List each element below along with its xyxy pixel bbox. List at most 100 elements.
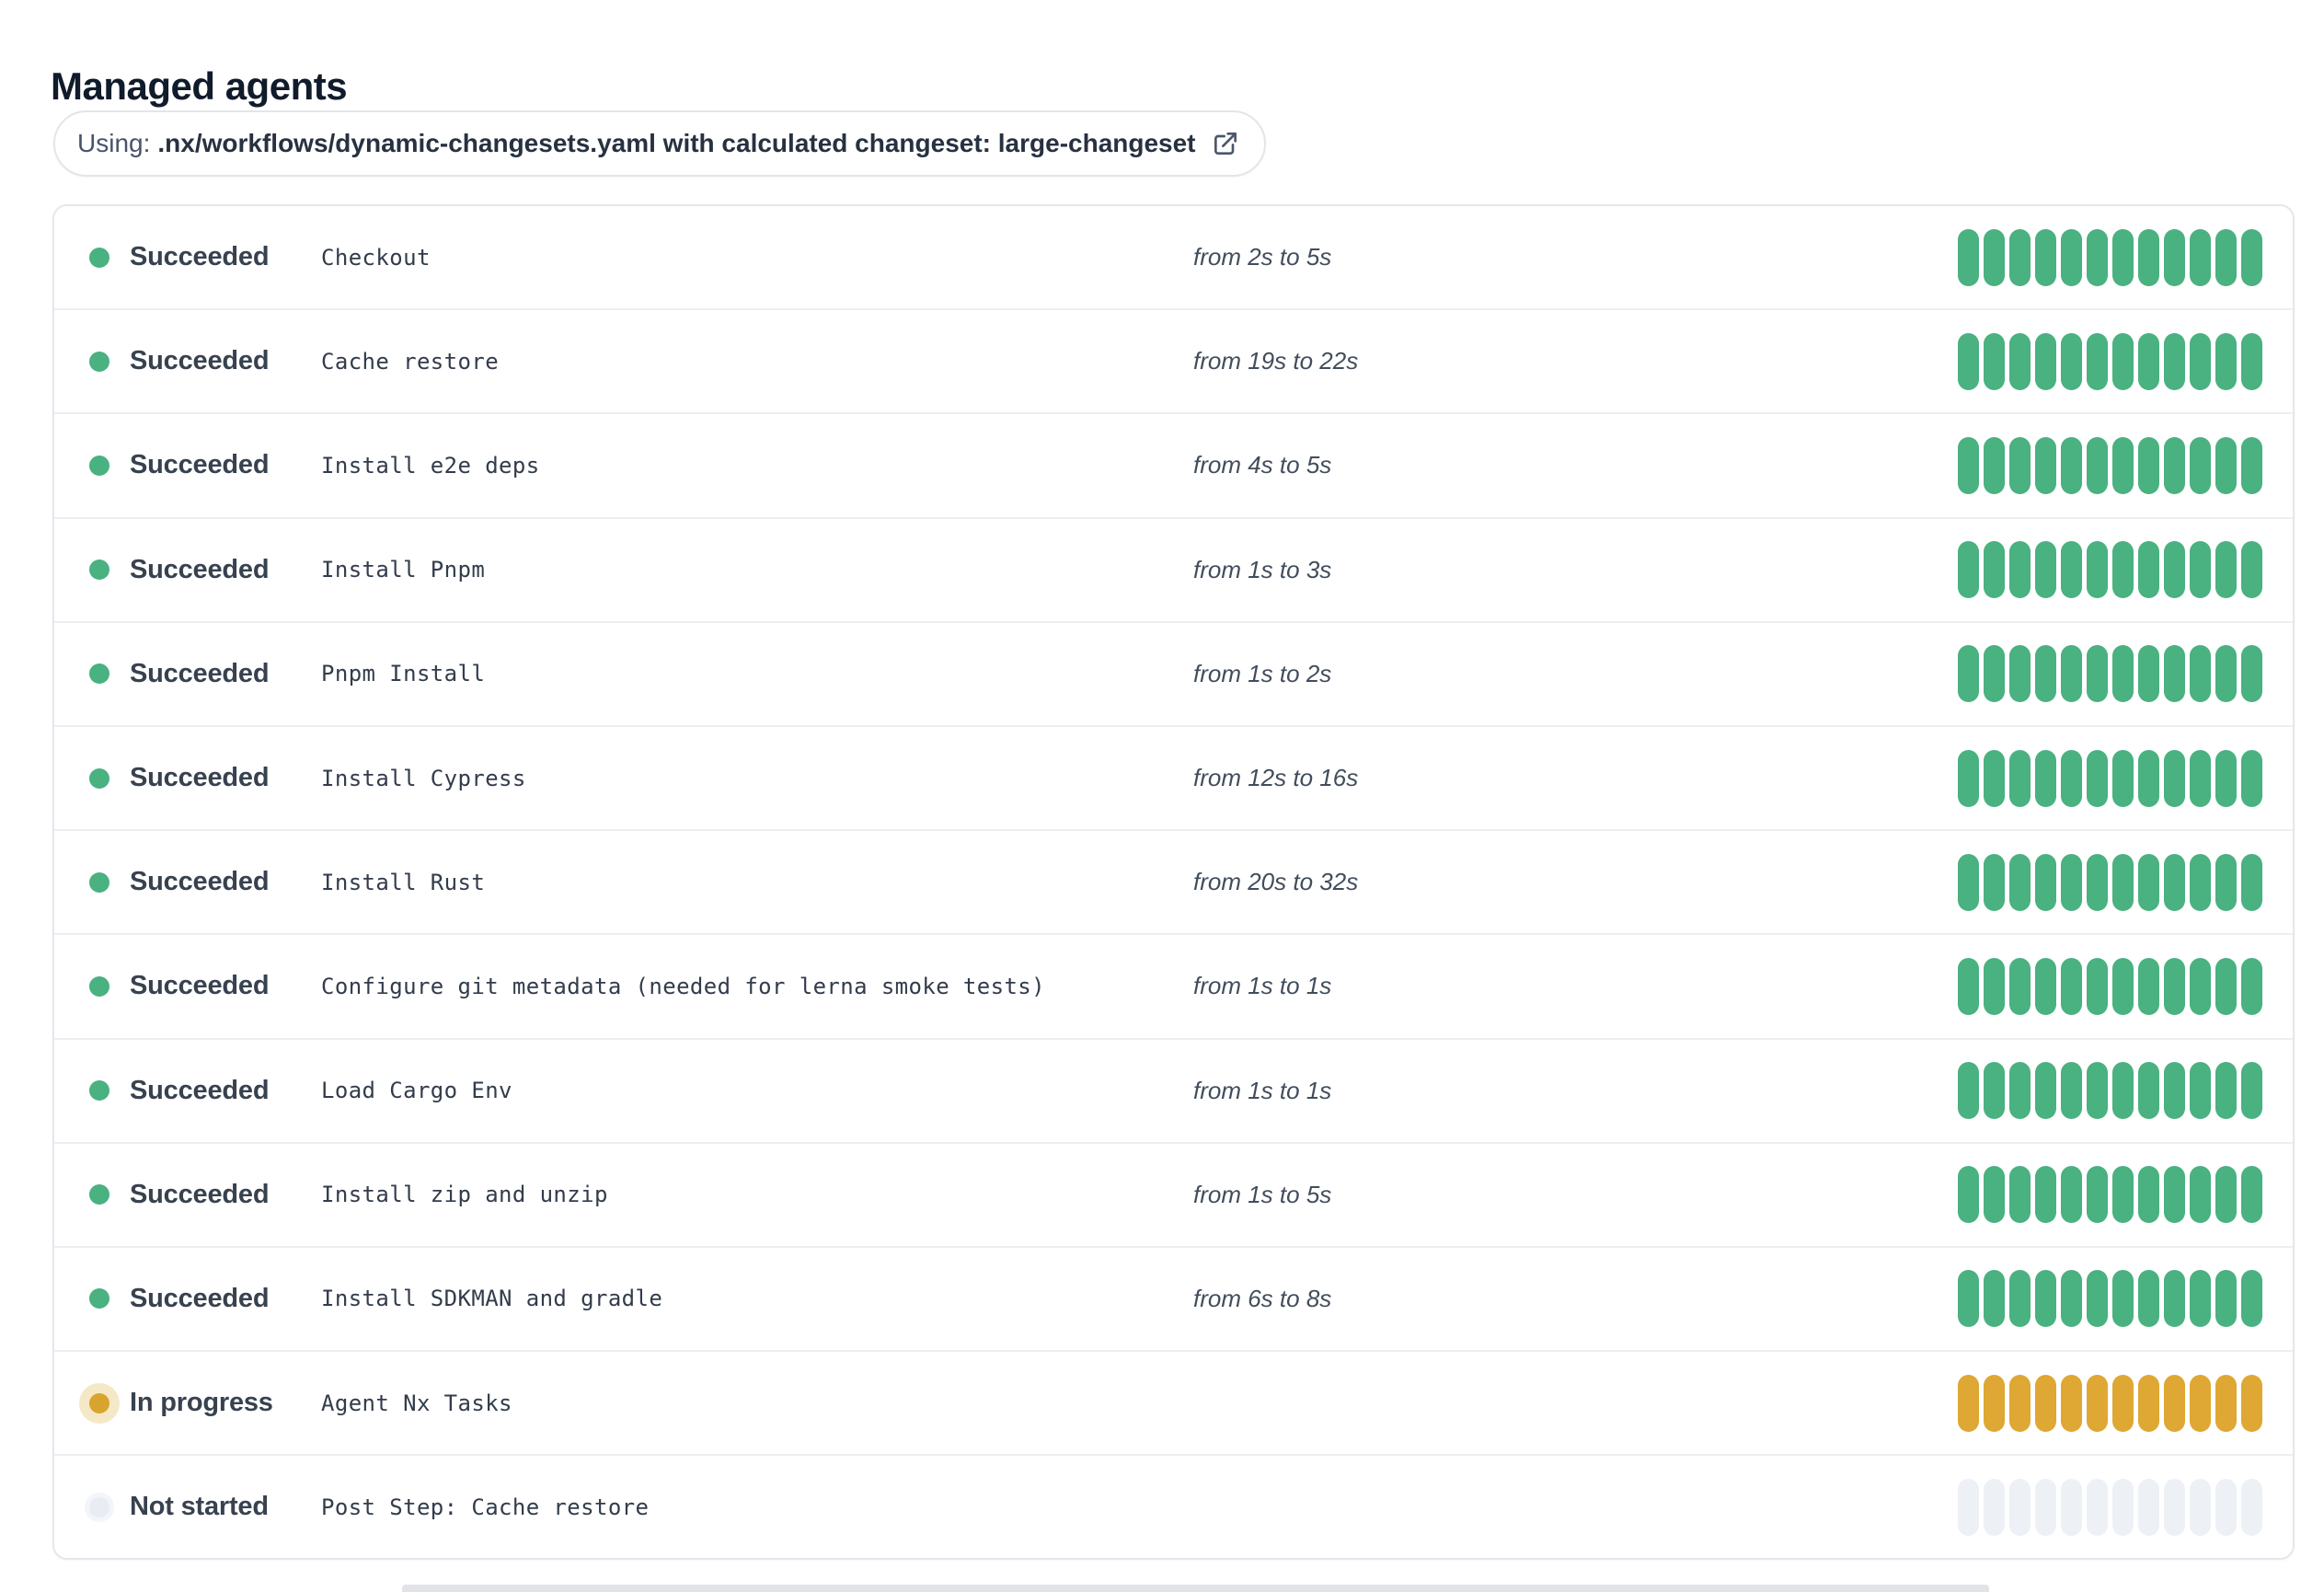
progress-segment: [1984, 332, 2005, 390]
progress-segment: [2035, 228, 2056, 286]
progress-segment: [2241, 749, 2262, 807]
progress-segment: [2061, 1374, 2082, 1432]
progress-segment: [1984, 645, 2005, 703]
progress-segment: [2164, 1166, 2185, 1224]
progress-segment: [2087, 957, 2108, 1015]
progress-segment: [2190, 957, 2211, 1015]
status-dot-wrap: [89, 871, 109, 893]
progress-segment: [2009, 957, 2031, 1015]
progress-segment: [2009, 645, 2031, 703]
step-duration: from 2s to 5s: [1193, 243, 1332, 271]
step-name: Configure git metadata (needed for lerna…: [321, 973, 1046, 999]
progress-segment: [1984, 853, 2005, 911]
progress-segment: [2061, 749, 2082, 807]
progress-segment: [2215, 1062, 2237, 1120]
progress-segment: [2138, 1270, 2159, 1328]
step-name: Agent Nx Tasks: [321, 1390, 512, 1416]
progress-segment: [2215, 1478, 2237, 1536]
progress-bar: [1958, 853, 2262, 911]
progress-segment: [2061, 1478, 2082, 1536]
progress-segment: [1958, 541, 1979, 599]
step-duration: from 12s to 16s: [1193, 764, 1359, 792]
progress-segment: [2009, 541, 2031, 599]
external-link-icon[interactable]: [1211, 129, 1240, 158]
progress-segment: [2112, 228, 2134, 286]
progress-bar: [1958, 436, 2262, 494]
progress-segment: [2164, 645, 2185, 703]
step-name: Cache restore: [321, 348, 500, 375]
status-dot: [89, 1080, 109, 1102]
progress-segment: [2035, 1062, 2056, 1120]
status-dot: [89, 351, 109, 372]
progress-bar: [1958, 1478, 2262, 1536]
progress-segment: [2215, 541, 2237, 599]
progress-segment: [2035, 645, 2056, 703]
progress-bar: [1958, 1062, 2262, 1120]
agent-row: Succeeded Cache restore from 19s to 22s: [54, 310, 2293, 415]
progress-segment: [1984, 436, 2005, 494]
progress-segment: [2215, 749, 2237, 807]
progress-segment: [2190, 1478, 2211, 1536]
progress-segment: [2190, 228, 2211, 286]
progress-segment: [2190, 332, 2211, 390]
progress-segment: [2138, 1062, 2159, 1120]
progress-segment: [2138, 436, 2159, 494]
progress-segment: [1984, 541, 2005, 599]
progress-segment: [1958, 228, 1979, 286]
progress-segment: [2138, 541, 2159, 599]
agent-row: Succeeded Load Cargo Env from 1s to 1s: [54, 1039, 2293, 1144]
progress-segment: [2009, 853, 2031, 911]
step-name: Load Cargo Env: [321, 1078, 512, 1104]
step-name: Pnpm Install: [321, 661, 486, 687]
agent-row: Succeeded Install e2e deps from 4s to 5s: [54, 414, 2293, 519]
progress-segment: [1984, 1270, 2005, 1328]
progress-segment: [1958, 1374, 1979, 1432]
progress-bar: [1958, 645, 2262, 703]
status-dot: [89, 975, 109, 997]
progress-segment: [2035, 332, 2056, 390]
progress-segment: [2138, 1374, 2159, 1432]
page-title: Managed agents: [51, 64, 348, 109]
status-label: Succeeded: [130, 1075, 270, 1105]
progress-segment: [2061, 1166, 2082, 1224]
progress-bar: [1958, 1166, 2262, 1224]
agent-row: Succeeded Install zip and unzip from 1s …: [54, 1143, 2293, 1248]
progress-segment: [2138, 749, 2159, 807]
status-dot: [89, 767, 109, 789]
progress-segment: [2112, 436, 2134, 494]
status-label: Succeeded: [130, 346, 270, 376]
agents-card: Succeeded Checkout from 2s to 5s Succeed…: [52, 204, 2295, 1561]
status-dot-wrap: [89, 560, 109, 581]
progress-segment: [2087, 1062, 2108, 1120]
step-name: Install SDKMAN and gradle: [321, 1286, 663, 1312]
status-label: Succeeded: [130, 971, 270, 1001]
progress-segment: [2241, 957, 2262, 1015]
progress-segment: [2215, 957, 2237, 1015]
progress-segment: [2190, 645, 2211, 703]
workflow-banner[interactable]: Using: .nx/workflows/dynamic-changesets.…: [53, 110, 1266, 177]
status-dot-wrap: [89, 351, 109, 372]
agent-row: Succeeded Install Pnpm from 1s to 3s: [54, 518, 2293, 623]
status-dot-wrap: [89, 1392, 109, 1413]
progress-segment: [2035, 957, 2056, 1015]
progress-bar: [1958, 957, 2262, 1015]
progress-segment: [2164, 1062, 2185, 1120]
progress-segment: [1958, 645, 1979, 703]
step-name: Post Step: Cache restore: [321, 1494, 650, 1520]
status-label: Succeeded: [130, 242, 270, 272]
progress-segment: [2035, 541, 2056, 599]
step-name: Install zip and unzip: [321, 1182, 608, 1208]
progress-segment: [2241, 853, 2262, 911]
progress-segment: [2009, 228, 2031, 286]
progress-segment: [2164, 1270, 2185, 1328]
progress-segment: [2112, 1166, 2134, 1224]
status-dot: [89, 871, 109, 893]
status-dot: [89, 455, 109, 476]
progress-segment: [2241, 645, 2262, 703]
progress-segment: [2087, 1478, 2108, 1536]
progress-segment: [2112, 541, 2134, 599]
status-dot: [89, 663, 109, 685]
progress-segment: [1958, 1166, 1979, 1224]
progress-segment: [2164, 1478, 2185, 1536]
progress-segment: [1958, 957, 1979, 1015]
